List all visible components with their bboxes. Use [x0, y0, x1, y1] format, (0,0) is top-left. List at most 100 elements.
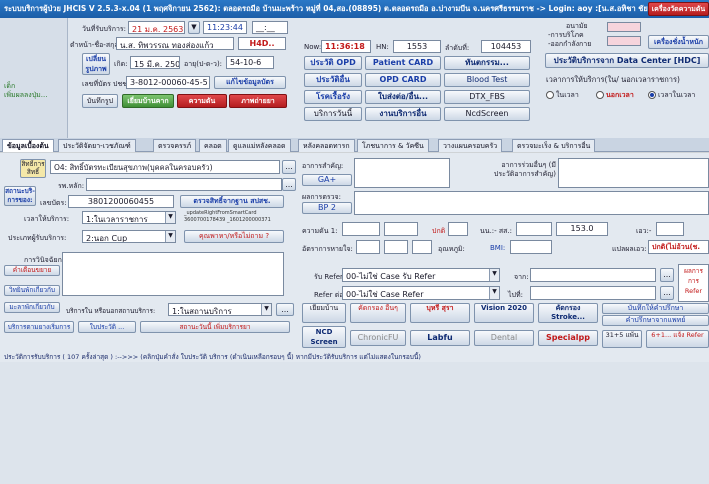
tab-nutrition-vaccine[interactable]: โภชนาการ & วัคซีน	[357, 139, 429, 152]
service-reason-button[interactable]: บริการตามยางเริ่มการ	[4, 321, 74, 333]
waist-field[interactable]	[656, 222, 684, 236]
health-field-2[interactable]	[607, 36, 641, 46]
from-field[interactable]	[530, 268, 656, 282]
refer-other-button[interactable]: ใบส่งต่อ/อื่น...	[365, 90, 441, 104]
ncd-screen-button[interactable]: NCD Screen	[302, 326, 346, 348]
history-question-button[interactable]: คุณพาหา/หรือไม่ถาม ?	[184, 230, 284, 243]
ga-button[interactable]: GA+	[302, 174, 352, 186]
service-place-more[interactable]: ...	[276, 303, 294, 316]
dtx-fbs-button[interactable]: DTX_FBS	[444, 90, 530, 104]
data-center-button[interactable]: ประวัติบริการจาก Data Center [HDC]	[545, 53, 709, 68]
radio-in-hours-2[interactable]: เวลาในเวลา	[648, 90, 695, 101]
breath-field-2[interactable]	[384, 240, 408, 254]
chevron-down-icon[interactable]: ▼	[165, 231, 175, 242]
diag-textarea[interactable]	[62, 252, 284, 296]
radio-in-hours[interactable]: ในเวลา	[546, 90, 579, 101]
radio-out-icon[interactable]	[596, 91, 604, 99]
chevron-down-icon[interactable]: ▼	[489, 287, 499, 299]
pulse-field[interactable]	[448, 222, 468, 236]
hospital-more-button[interactable]: ...	[282, 178, 296, 191]
diag-warning-button[interactable]: คำเตือนขยาย	[4, 265, 60, 276]
tab-postpartum-mother[interactable]: ดูแลแม่หลังคลอด	[228, 139, 291, 152]
pressure-field-2[interactable]	[384, 222, 418, 236]
screen-stroke-button[interactable]: คัดกรอง Stroke...	[538, 303, 598, 323]
chevron-down-icon[interactable]: ▼	[165, 212, 175, 223]
tab-basic-info[interactable]: ข้อมูลเบื้องต้น	[2, 139, 54, 152]
chief-complaint-field[interactable]	[354, 158, 450, 188]
calendar-dropdown-icon[interactable]: ▼	[188, 21, 200, 34]
health-field-1[interactable]	[607, 22, 641, 32]
weight-field[interactable]	[516, 222, 552, 236]
visit-time-field[interactable]: 11:23:44	[203, 21, 247, 34]
change-picture-button[interactable]: เปลี่ยน รูปภาพ	[82, 53, 110, 75]
other-history-button[interactable]: ประวัติอื่น	[304, 73, 362, 87]
refer-more-1[interactable]: ...	[660, 268, 674, 282]
med-record-button[interactable]: ใบประวัติ ...	[78, 321, 136, 333]
doctor-consult-button[interactable]: คำปรึกษาจากแพทย์	[602, 315, 709, 326]
labfu-button[interactable]: Labfu	[410, 330, 470, 346]
card-status-button[interactable]: สถานะบริ-การของ:	[4, 186, 36, 206]
visit-time-select[interactable]: 1:ในเวลาราชการ ▼	[82, 211, 176, 224]
patient-card-button[interactable]: Patient CARD	[365, 56, 441, 70]
right-select[interactable]: O4: สิทธิ์บัตรทะเบียนสุขภาพ(บุคคลในครอบค…	[50, 160, 280, 174]
screening-other-button[interactable]: คัดกรอง อื่นๆ	[350, 303, 406, 323]
cc-field[interactable]	[558, 158, 709, 188]
tab-anc[interactable]: ตรวจครรภ์	[153, 139, 197, 152]
bmi-field[interactable]	[510, 240, 552, 254]
specialpp-button[interactable]: Specialpp	[538, 330, 598, 346]
note-record-button[interactable]: บันทึกให้คำปรึกษา	[602, 303, 709, 314]
refer-in-select[interactable]: 00-ไม่ใช่ Case รับ Refer ▼	[342, 268, 500, 282]
tab-family-planning[interactable]: วางแผนครอบครัว	[438, 139, 503, 152]
visit-date-field[interactable]: 21 ม.ค. 2563	[128, 21, 185, 34]
right-more-button[interactable]: ...	[282, 160, 296, 174]
dental-button[interactable]: ทันตกรรม...	[444, 56, 530, 70]
right-badge[interactable]: สิทธิ์การ สิทธิ์	[20, 159, 46, 178]
notify-refer-button[interactable]: 6+1... แจ้ง Refer	[646, 330, 709, 348]
radio-in2-icon[interactable]	[648, 91, 656, 99]
refer-more-2[interactable]: ...	[660, 286, 674, 300]
sidebar-label-add[interactable]: เพิ่มผลลงปุ่ม...	[4, 90, 47, 101]
tab-cancer-other[interactable]: ตรวจมะเร็ง & บริการอื่น	[512, 139, 596, 152]
edit-id-button[interactable]: แก้ไขข้อมูลบัตร	[214, 76, 286, 89]
pressure-field-1[interactable]	[342, 222, 380, 236]
weight-scale-button[interactable]: เครื่องชั่งน้ำหนัก	[648, 35, 709, 49]
smoke-alcohol-button[interactable]: บุหรี่ สุรา	[410, 303, 470, 323]
dental-bottom-button[interactable]: Dental	[474, 330, 534, 346]
height-field[interactable]: 153.0	[556, 222, 608, 236]
opd-card-button[interactable]: OPD CARD	[365, 73, 441, 87]
ncd-screen-top-button[interactable]: NcdScreen	[444, 107, 530, 121]
breath-field-3[interactable]	[412, 240, 432, 254]
refer-to-select[interactable]: 00-ไม่ใช่ Case Refer ▼	[342, 286, 500, 300]
check-right-button[interactable]: ตรวจสิทธิ์จากฐาน สปสช.	[180, 195, 284, 208]
service-today-button[interactable]: บริการวันนี้	[304, 107, 362, 121]
chronic-disease-button[interactable]: โรคเรื้อรัง	[304, 90, 362, 104]
service-place-select[interactable]: 1:ในสถานบริการ ▼	[168, 303, 272, 316]
vision-2020-button[interactable]: Vision 2020	[474, 303, 534, 323]
exam-field[interactable]	[354, 191, 709, 215]
to-field[interactable]	[530, 286, 656, 300]
other-service-button[interactable]: งานบริการอื่น	[365, 107, 441, 121]
blank-time-field[interactable]: __:__	[252, 21, 288, 34]
diag-related-button[interactable]: มะลาพักเกี่ยวกับ	[4, 302, 60, 313]
refer-related-button[interactable]: วิทยินพักเกี่ยวกับ	[4, 285, 60, 296]
tab-drug-history[interactable]: ประวัติจัดยา-เวชภัณฑ์	[58, 139, 136, 152]
blood-test-button[interactable]: Blood Test	[444, 73, 530, 87]
chevron-down-icon[interactable]: ▼	[489, 269, 499, 281]
home-visit-status[interactable]: เยี่ยมบ้านคาก	[122, 94, 174, 108]
drug-photo-button[interactable]: ภาพถ่ายยา	[229, 94, 287, 108]
pressure-button[interactable]: ความดัน	[177, 94, 227, 108]
bp-machine-button[interactable]: เครื่องวัดความดัน	[648, 2, 709, 16]
hospital-field[interactable]	[86, 178, 282, 191]
breath-field[interactable]	[356, 240, 380, 254]
opd-history-button[interactable]: ประวัติ OPD	[304, 56, 362, 70]
bp2-button[interactable]: BP 2	[302, 202, 352, 214]
age-count-button[interactable]: 31+5 แพ้น	[602, 330, 642, 348]
tab-delivery[interactable]: คลอด	[199, 139, 227, 152]
tab-postpartum-baby[interactable]: หลังคลอดทารก	[298, 139, 355, 152]
type-select[interactable]: 2:นอก Cup ▼	[82, 230, 176, 243]
home-visit-button[interactable]: เยี่ยมบ้าน	[302, 303, 346, 323]
chronic-fu-button[interactable]: ChronicFU	[350, 330, 406, 346]
radio-out-hours[interactable]: นอกเวลา	[596, 90, 634, 101]
visit-today-button[interactable]: สถานะวันนี้ เพิ่มบริการยา	[140, 321, 290, 333]
chevron-down-icon[interactable]: ▼	[261, 304, 271, 315]
